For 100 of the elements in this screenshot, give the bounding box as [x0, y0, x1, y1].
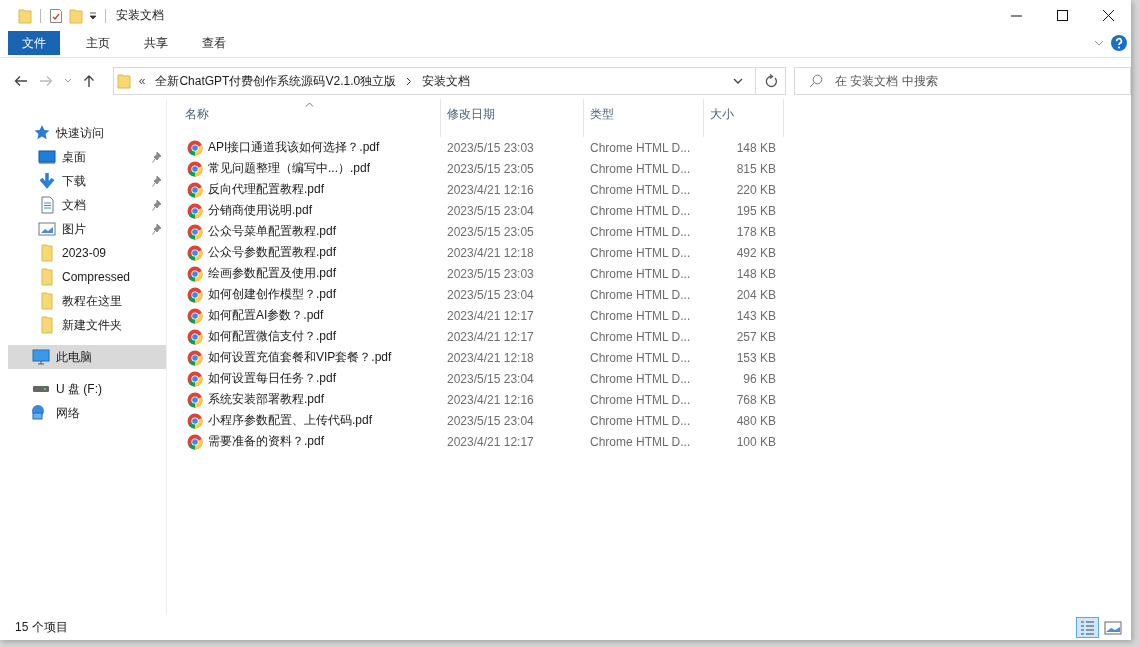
file-name[interactable]: 如何配置AI参数？.pdf [208, 307, 324, 324]
pin-icon[interactable] [152, 151, 162, 163]
search-input[interactable]: 在 安装文档 中搜索 [833, 73, 1130, 89]
sidebar-item[interactable]: 此电脑 [8, 345, 166, 369]
file-type: Chrome HTML D... [590, 182, 691, 197]
sidebar-item[interactable]: 新建文件夹 [8, 313, 166, 337]
chrome-pdf-icon [187, 223, 203, 240]
modified-date: 2023/5/15 23:04 [447, 287, 534, 302]
file-type: Chrome HTML D... [590, 434, 691, 449]
sidebar-item[interactable]: Compressed [8, 265, 166, 289]
breadcrumb[interactable]: 安装文档 [422, 72, 471, 90]
sidebar-item[interactable]: 图片 [8, 217, 166, 241]
sidebar-item[interactable]: 文档 [8, 193, 166, 217]
modified-date: 2023/5/15 23:03 [447, 266, 534, 281]
pin-icon[interactable] [152, 223, 162, 235]
file-name[interactable]: 如何配置微信支付？.pdf [208, 328, 336, 345]
file-size: 148 KB [736, 266, 776, 281]
column-header[interactable]: 名称 [179, 99, 441, 137]
file-name[interactable]: 小程序参数配置、上传代码.pdf [208, 412, 372, 429]
chrome-pdf-icon [187, 349, 203, 366]
file-name[interactable]: 绘画参数配置及使用.pdf [208, 265, 336, 282]
customize-dropdown-icon[interactable] [89, 11, 97, 20]
folder-icon [38, 292, 56, 310]
properties-icon[interactable] [49, 7, 63, 24]
file-name[interactable]: 如何创建创作模型？.pdf [208, 286, 336, 303]
ribbon-tab[interactable]: 共享 [128, 31, 184, 55]
details-view-icon[interactable] [1076, 617, 1099, 638]
file-type: Chrome HTML D... [590, 308, 691, 323]
file-type: Chrome HTML D... [590, 350, 691, 365]
star-icon [32, 124, 50, 142]
minimize-icon[interactable] [1010, 14, 1022, 17]
file-type: Chrome HTML D... [590, 413, 691, 428]
modified-date: 2023/5/15 23:03 [447, 140, 534, 155]
file-type: Chrome HTML D... [590, 392, 691, 407]
pin-icon[interactable] [152, 175, 162, 187]
up-icon[interactable] [83, 74, 95, 88]
file-name[interactable]: 如何设置充值套餐和VIP套餐？.pdf [208, 349, 392, 366]
file-size: 148 KB [736, 140, 776, 155]
chrome-pdf-icon [187, 412, 203, 429]
maximize-icon[interactable] [1056, 10, 1068, 21]
modified-date: 2023/4/21 12:17 [447, 308, 534, 323]
file-type: Chrome HTML D... [590, 140, 691, 155]
help-icon[interactable] [1111, 35, 1127, 51]
chevron-icon [406, 76, 413, 86]
modified-date: 2023/4/21 12:17 [447, 434, 534, 449]
file-name[interactable]: 反向代理配置教程.pdf [208, 181, 324, 198]
picture-icon [38, 220, 56, 238]
chrome-pdf-icon [187, 286, 203, 303]
recent-locations-icon[interactable] [64, 78, 72, 84]
breadcrumb[interactable]: 全新ChatGPT付费创作系统源码V2.1.0独立版 [155, 72, 397, 90]
folder-icon [116, 73, 131, 89]
file-type: Chrome HTML D... [590, 371, 691, 386]
file-type: Chrome HTML D... [590, 161, 691, 176]
sidebar-item[interactable]: 下载 [8, 169, 166, 193]
modified-date: 2023/4/21 12:16 [447, 392, 534, 407]
file-name[interactable]: 常见问题整理（编写中...）.pdf [208, 160, 371, 177]
file-size: 100 KB [736, 434, 776, 449]
column-header[interactable]: 大小 [704, 99, 784, 137]
back-icon[interactable] [14, 75, 28, 87]
modified-date: 2023/5/15 23:04 [447, 203, 534, 218]
file-name[interactable]: 如何设置每日任务？.pdf [208, 370, 336, 387]
refresh-icon [764, 74, 777, 88]
search-box[interactable]: 在 安装文档 中搜索 [794, 67, 1131, 95]
chrome-pdf-icon [187, 244, 203, 261]
file-name[interactable]: 公众号菜单配置教程.pdf [208, 223, 336, 240]
modified-date: 2023/5/15 23:04 [447, 371, 534, 386]
column-header[interactable]: 修改日期 [441, 99, 584, 137]
file-tab[interactable]: 文件 [8, 31, 60, 55]
sidebar-item[interactable]: U 盘 (F:) [8, 377, 166, 401]
breadcrumb-overflow[interactable]: « [138, 74, 146, 88]
column-header[interactable]: 类型 [584, 99, 704, 137]
pin-icon[interactable] [152, 199, 162, 211]
file-size: 480 KB [736, 413, 776, 428]
ribbon-tab[interactable]: 主页 [70, 31, 126, 55]
modified-date: 2023/4/21 12:16 [447, 182, 534, 197]
close-icon[interactable] [1102, 10, 1114, 21]
sidebar-item[interactable]: 2023-09 [8, 241, 166, 265]
file-type: Chrome HTML D... [590, 329, 691, 344]
item-count: 15 个项目 [15, 619, 68, 636]
sidebar-item[interactable]: 教程在这里 [8, 289, 166, 313]
file-size: 195 KB [736, 203, 776, 218]
file-name[interactable]: 公众号参数配置教程.pdf [208, 244, 336, 261]
file-type: Chrome HTML D... [590, 287, 691, 302]
file-size: 178 KB [736, 224, 776, 239]
sidebar-item[interactable]: 网络 [8, 401, 166, 425]
chrome-pdf-icon [187, 181, 203, 198]
file-name[interactable]: 系统安装部署教程.pdf [208, 391, 324, 408]
address-bar[interactable]: « 全新ChatGPT付费创作系统源码V2.1.0独立版 安装文档 [112, 67, 722, 95]
file-name[interactable]: 需要准备的资料？.pdf [208, 433, 324, 450]
file-name[interactable]: API接口通道我该如何选择？.pdf [208, 139, 380, 156]
expand-ribbon-icon[interactable] [1094, 40, 1104, 46]
file-name[interactable]: 分销商使用说明.pdf [208, 202, 312, 219]
sidebar-item[interactable]: 快速访问 [8, 121, 166, 145]
ribbon-tab[interactable]: 查看 [186, 31, 242, 55]
modified-date: 2023/5/15 23:05 [447, 224, 534, 239]
sidebar-item[interactable]: 桌面 [8, 145, 166, 169]
chrome-pdf-icon [187, 265, 203, 282]
file-size: 143 KB [736, 308, 776, 323]
chrome-pdf-icon [187, 370, 203, 387]
file-type: Chrome HTML D... [590, 224, 691, 239]
